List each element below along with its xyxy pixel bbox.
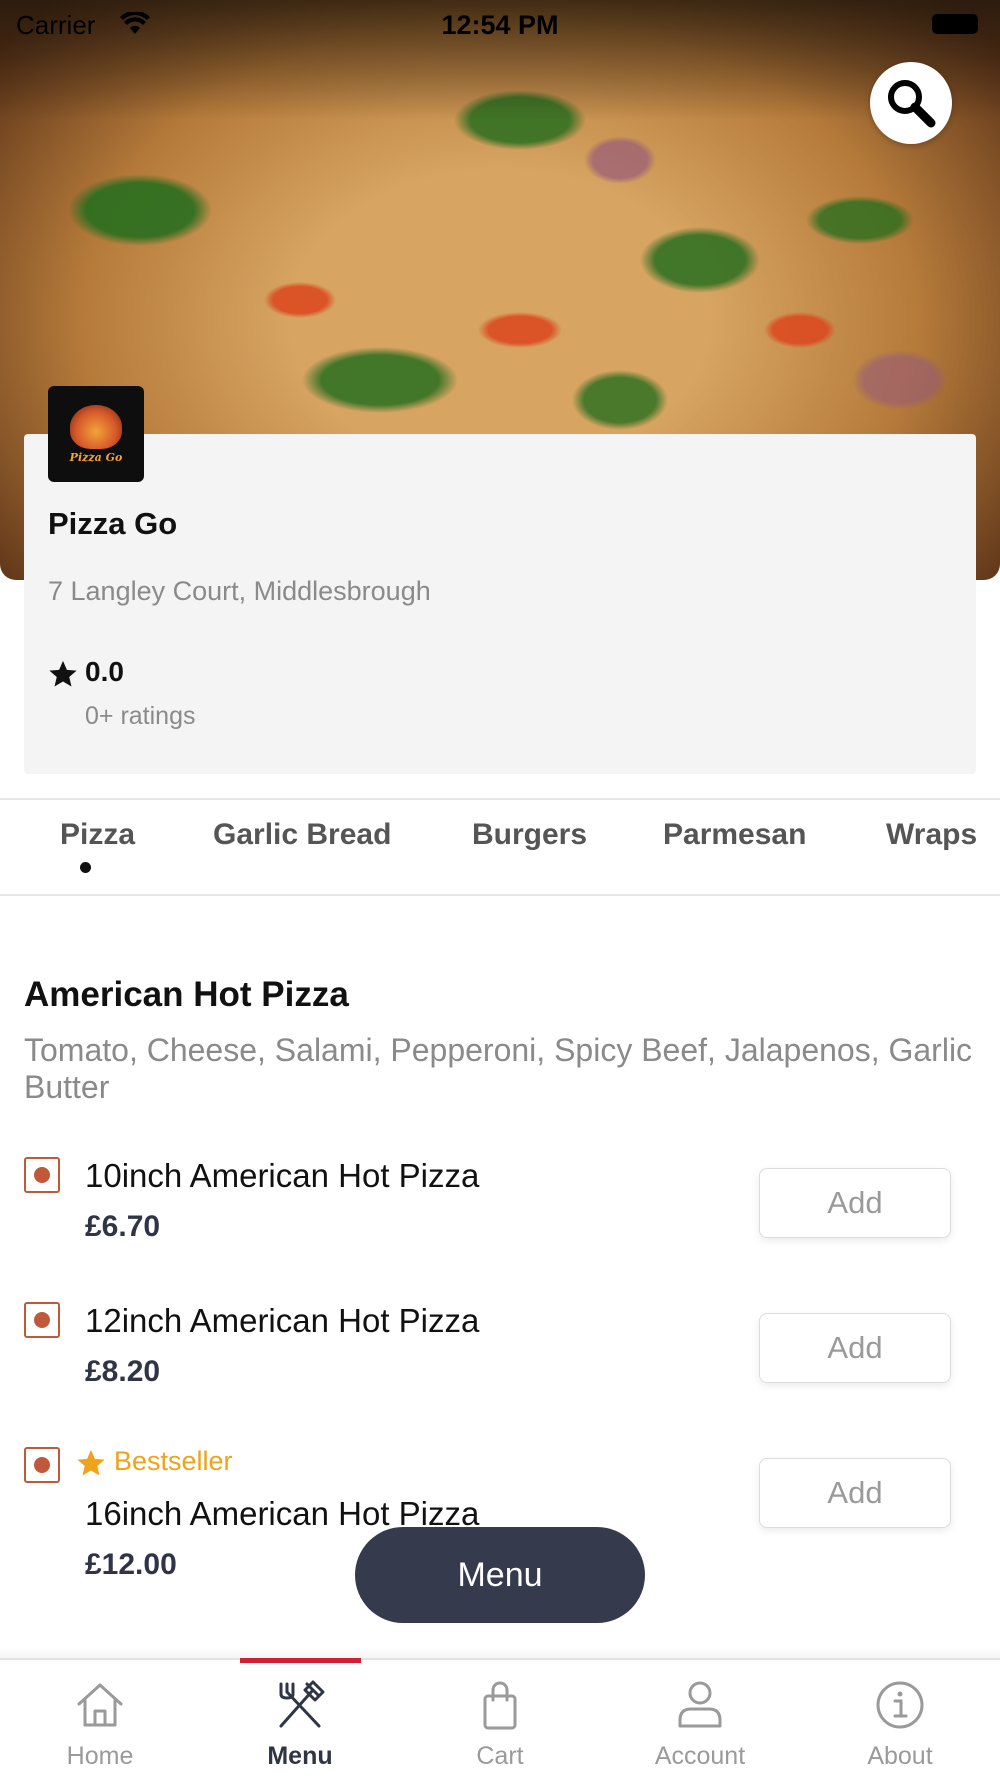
bestseller-badge: Bestseller [114, 1446, 233, 1476]
status-bar: Carrier 12:54 PM [0, 0, 1000, 52]
nav-menu[interactable]: Menu [200, 1660, 400, 1778]
logo-text: Pizza Go [69, 450, 123, 464]
rating-value: 0.0 [85, 656, 124, 687]
bestseller-star-icon [77, 1449, 105, 1476]
food-type-icon [24, 1302, 60, 1338]
nav-label: About [867, 1742, 933, 1770]
info-icon [876, 1681, 924, 1729]
nav-account[interactable]: Account [600, 1660, 800, 1778]
person-icon [678, 1681, 722, 1728]
food-type-icon [24, 1447, 60, 1483]
nav-label: Menu [267, 1742, 333, 1770]
nav-home[interactable]: Home [0, 1660, 200, 1778]
restaurant-logo: Pizza Go [48, 386, 144, 482]
section-description: Tomato, Cheese, Salami, Pepperoni, Spicy… [24, 1032, 973, 1105]
tab-wraps[interactable]: Wraps [886, 818, 977, 852]
menu-button[interactable]: Menu [355, 1527, 645, 1623]
add-button[interactable]: Add [759, 1458, 951, 1528]
item-name: 10inch American Hot Pizza [85, 1157, 480, 1194]
section-title: American Hot Pizza [24, 975, 349, 1014]
nav-label: Home [66, 1742, 134, 1770]
star-icon [49, 660, 77, 687]
shopping-bag-icon [483, 1681, 517, 1730]
fork-knife-icon [279, 1680, 325, 1728]
pizza-logo-icon [70, 404, 122, 449]
ratings-count: 0+ ratings [85, 702, 196, 730]
restaurant-address: 7 Langley Court, Middlesbrough [48, 576, 431, 606]
home-icon [77, 1683, 123, 1727]
tab-garlic-bread[interactable]: Garlic Bread [213, 818, 391, 852]
item-name: 12inch American Hot Pizza [85, 1302, 480, 1339]
battery-icon [932, 14, 978, 34]
tab-parmesan[interactable]: Parmesan [663, 818, 806, 852]
food-type-icon [24, 1157, 60, 1193]
nav-label: Account [654, 1742, 746, 1770]
item-price: £6.70 [85, 1210, 161, 1243]
nav-about[interactable]: About [800, 1660, 1000, 1778]
item-price: £8.20 [85, 1355, 161, 1388]
tab-burgers[interactable]: Burgers [472, 818, 587, 852]
search-icon [888, 80, 936, 128]
restaurant-name: Pizza Go [48, 506, 178, 541]
tab-pizza[interactable]: Pizza [60, 818, 135, 852]
category-tabs: Pizza Garlic Bread Burgers Parmesan Wrap… [0, 798, 1000, 896]
clock: 12:54 PM [441, 10, 559, 40]
active-tab-indicator [80, 862, 91, 873]
nav-label: Cart [476, 1742, 524, 1770]
bottom-nav: Home Menu Cart Account About [0, 1658, 1000, 1778]
nav-cart[interactable]: Cart [400, 1660, 600, 1778]
item-price: £12.00 [85, 1548, 177, 1581]
add-button[interactable]: Add [759, 1168, 951, 1238]
add-button[interactable]: Add [759, 1313, 951, 1383]
search-button[interactable] [870, 62, 952, 144]
